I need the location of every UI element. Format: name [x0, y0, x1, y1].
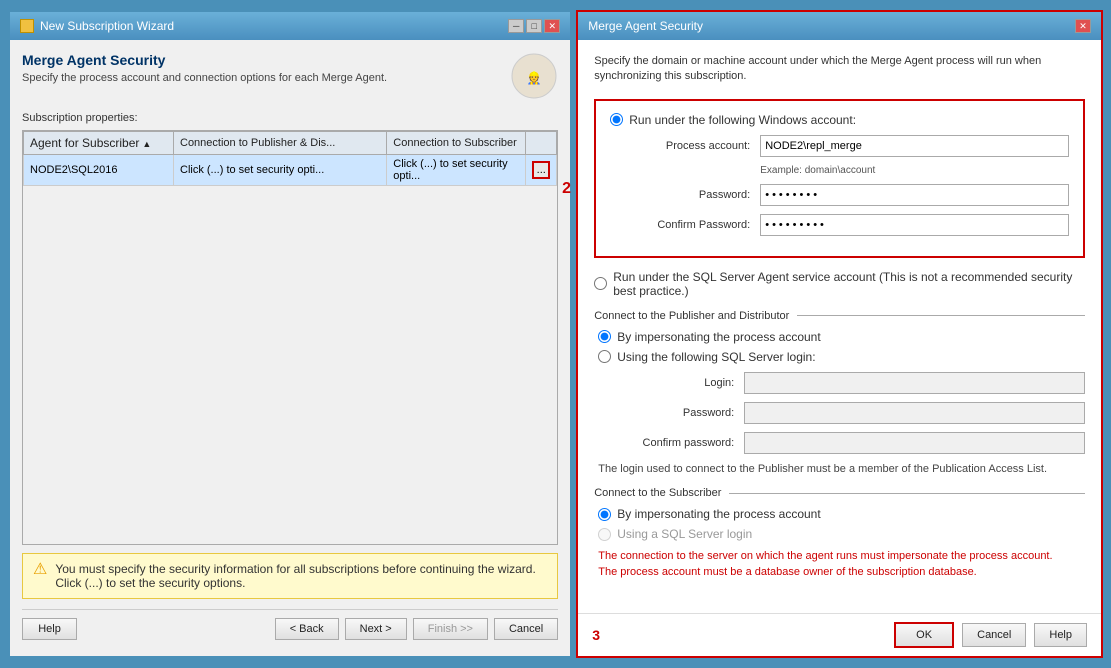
- left-content: Merge Agent Security Specify the process…: [10, 40, 570, 656]
- section-label: Subscription properties:: [22, 112, 558, 124]
- run-sql-label[interactable]: Run under the SQL Server Agent service a…: [594, 270, 1085, 298]
- confirm-password-row: Confirm Password:: [630, 214, 1069, 236]
- wizard-header: Merge Agent Security Specify the process…: [22, 52, 558, 100]
- sub-by-impersonating-label[interactable]: By impersonating the process account: [598, 507, 1085, 521]
- right-close-button[interactable]: ✕: [1075, 19, 1091, 33]
- password-label: Password:: [630, 189, 760, 201]
- ok-button[interactable]: OK: [894, 622, 954, 648]
- sub-by-impersonating-radio[interactable]: [598, 508, 611, 521]
- sub-red-info: The connection to the server on which th…: [598, 549, 1085, 580]
- footer-right: < Back Next > Finish >> Cancel: [275, 618, 559, 640]
- right-panel: Merge Agent Security ✕ Specify the domai…: [576, 10, 1103, 658]
- warning-icon: ⚠: [33, 562, 47, 578]
- left-title-bar: New Subscription Wizard ─ □ ✕: [10, 12, 570, 40]
- minimize-button[interactable]: ─: [508, 19, 524, 33]
- left-panel: New Subscription Wizard ─ □ ✕ Merge Agen…: [8, 10, 572, 658]
- right-content: Specify the domain or machine account un…: [578, 40, 1101, 613]
- close-button[interactable]: ✕: [544, 19, 560, 33]
- warning-box: ⚠ You must specify the security informat…: [22, 553, 558, 599]
- process-account-input[interactable]: [760, 135, 1069, 157]
- run-windows-radio[interactable]: [610, 113, 623, 126]
- run-windows-radio-group: Run under the following Windows account:: [610, 113, 1069, 127]
- pub-confirm-label: Confirm password:: [614, 437, 744, 449]
- right-description: Specify the domain or machine account un…: [594, 54, 1085, 85]
- right-title-controls: ✕: [1075, 19, 1091, 33]
- finish-button[interactable]: Finish >>: [413, 618, 488, 640]
- app-icon: [20, 19, 34, 33]
- left-title-text: New Subscription Wizard: [40, 19, 174, 33]
- pub-password-input[interactable]: [744, 402, 1085, 424]
- process-account-row: Process account:: [630, 135, 1069, 157]
- pub-password-label: Password:: [614, 407, 744, 419]
- password-input[interactable]: [760, 184, 1069, 206]
- wizard-title: Merge Agent Security: [22, 52, 387, 68]
- pub-confirm-row: Confirm password:: [614, 432, 1085, 454]
- col-header-sub: Connection to Subscriber: [387, 132, 526, 155]
- table-section: Agent for Subscriber▲ Connection to Publ…: [22, 130, 558, 545]
- access-list-info: The login used to connect to the Publish…: [598, 462, 1085, 477]
- col-header-pub: Connection to Publisher & Dis...: [174, 132, 387, 155]
- right-title-text: Merge Agent Security: [588, 19, 703, 33]
- by-impersonating-pub-radio[interactable]: [598, 330, 611, 343]
- pub-connection-cell: Click (...) to set security opti...: [174, 155, 387, 186]
- back-button[interactable]: < Back: [275, 618, 339, 640]
- using-sql-login-label[interactable]: Using the following SQL Server login:: [598, 350, 1085, 364]
- restore-button[interactable]: □: [526, 19, 542, 33]
- table-wrapper: Agent for Subscriber▲ Connection to Publ…: [22, 130, 558, 545]
- sub-using-sql-label[interactable]: Using a SQL Server login: [598, 527, 1085, 541]
- sort-arrow: ▲: [142, 139, 151, 149]
- right-title-bar: Merge Agent Security ✕: [578, 12, 1101, 40]
- example-hint: Example: domain\account: [630, 165, 1069, 176]
- password-row: Password:: [630, 184, 1069, 206]
- wizard-header-text: Merge Agent Security Specify the process…: [22, 52, 387, 84]
- wizard-footer: Help < Back Next > Finish >> Cancel: [22, 609, 558, 644]
- subscriber-title: Connect to the Subscriber: [594, 487, 721, 499]
- label-2: 2: [562, 180, 571, 198]
- svg-text:👷: 👷: [527, 71, 542, 85]
- sub-using-sql-radio[interactable]: [598, 528, 611, 541]
- by-impersonating-pub-label[interactable]: By impersonating the process account: [598, 330, 1085, 344]
- ellipsis-cell: ...: [526, 155, 557, 186]
- sub-connection-cell: Click (...) to set security opti...: [387, 155, 526, 186]
- confirm-password-label: Confirm Password:: [630, 219, 760, 231]
- security-box: Run under the following Windows account:…: [594, 99, 1085, 258]
- pub-dist-title: Connect to the Publisher and Distributor: [594, 310, 789, 322]
- label-3: 3: [592, 627, 600, 643]
- table-row[interactable]: NODE2\SQL2016 Click (...) to set securit…: [24, 155, 557, 186]
- pub-confirm-input[interactable]: [744, 432, 1085, 454]
- subscriber-cell: NODE2\SQL2016: [24, 155, 174, 186]
- connect-subscriber-section: Connect to the Subscriber By impersonati…: [594, 487, 1085, 580]
- next-button[interactable]: Next >: [345, 618, 407, 640]
- help-button[interactable]: Help: [1034, 623, 1087, 647]
- col-header-agent: Agent for Subscriber▲: [24, 132, 174, 155]
- title-bar-controls: ─ □ ✕: [508, 19, 560, 33]
- sub-divider-line: [729, 493, 1085, 494]
- subscriber-divider: Connect to the Subscriber: [594, 487, 1085, 499]
- using-sql-login-radio[interactable]: [598, 350, 611, 363]
- cancel-button[interactable]: Cancel: [494, 618, 558, 640]
- warning-text: You must specify the security informatio…: [55, 562, 547, 590]
- pub-password-row: Password:: [614, 402, 1085, 424]
- process-account-label: Process account:: [630, 140, 760, 152]
- help-button[interactable]: Help: [22, 618, 77, 640]
- confirm-password-input[interactable]: [760, 214, 1069, 236]
- right-footer: 3 OK Cancel Help: [578, 613, 1101, 656]
- run-sql-radio-group: Run under the SQL Server Agent service a…: [594, 270, 1085, 298]
- wizard-subtitle: Specify the process account and connecti…: [22, 72, 387, 84]
- login-input[interactable]: [744, 372, 1085, 394]
- cancel-button[interactable]: Cancel: [962, 623, 1026, 647]
- run-windows-label[interactable]: Run under the following Windows account:: [610, 113, 1069, 127]
- login-row: Login:: [614, 372, 1085, 394]
- run-sql-radio[interactable]: [594, 277, 607, 290]
- col-header-btn: [526, 132, 557, 155]
- wizard-icon: 👷: [510, 52, 558, 100]
- pub-dist-divider: Connect to the Publisher and Distributor: [594, 310, 1085, 322]
- divider-line: [797, 315, 1085, 316]
- ellipsis-button[interactable]: ...: [532, 161, 550, 179]
- login-label: Login:: [614, 377, 744, 389]
- subscription-table: Agent for Subscriber▲ Connection to Publ…: [23, 131, 557, 186]
- connect-pub-dist-section: Connect to the Publisher and Distributor…: [594, 310, 1085, 477]
